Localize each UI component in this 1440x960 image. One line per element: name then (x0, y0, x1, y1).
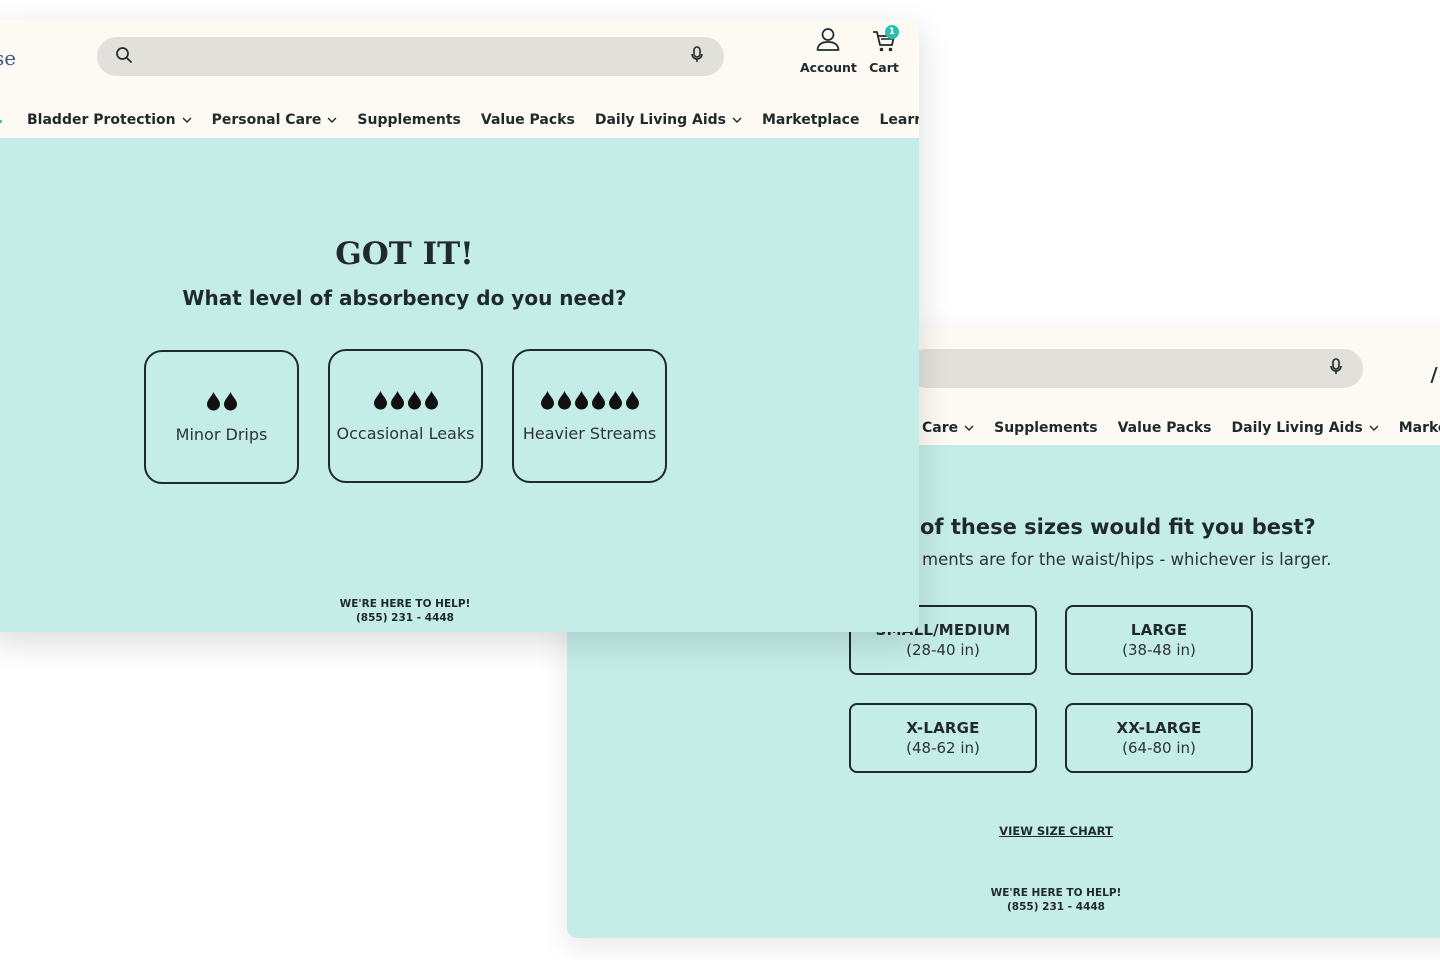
option-minor-drips[interactable]: Minor Drips (144, 350, 299, 484)
size-range: (48-62 in) (906, 739, 980, 757)
view-size-chart-link[interactable]: VIEW SIZE CHART (956, 824, 1156, 838)
droplet-icon (223, 391, 237, 410)
help-line: WE'RE HERE TO HELP! (990, 887, 1122, 899)
nav-item-marketplace[interactable]: Marketplace (762, 112, 859, 128)
cart-label: Cart (869, 60, 899, 75)
size-range: (38-48 in) (1122, 641, 1196, 659)
size-option-large[interactable]: LARGE (38-48 in) (1065, 605, 1253, 675)
nav-item-label: Marketplace (1398, 420, 1440, 436)
size-name: X-LARGE (906, 719, 980, 737)
nav-item-label: Daily Living Aids (594, 112, 726, 128)
droplet-icon (591, 390, 605, 409)
droplet-icons (540, 390, 640, 410)
question-heading: What level of absorbency do you need? (182, 286, 627, 310)
nav-item-daily-living-aids[interactable]: Daily Living Aids (1232, 420, 1379, 436)
droplet-icons (373, 390, 439, 410)
nav-item-care[interactable]: Care (922, 420, 974, 436)
absorbency-step-window: se Account 1 Cart Bladder Protection Pers… (0, 20, 919, 632)
microphone-icon[interactable] (690, 45, 704, 68)
nav-item-value-packs[interactable]: Value Packs (1118, 420, 1212, 436)
account-button[interactable]: Account (800, 26, 857, 75)
phone-number[interactable]: (855) 231 - 4448 (305, 611, 505, 625)
droplet-icon (407, 390, 421, 409)
nav-item-daily-living-aids[interactable]: Daily Living Aids (595, 112, 742, 128)
nav-item-label: Learn (879, 112, 919, 128)
option-label: Minor Drips (175, 424, 268, 444)
droplet-icons (206, 391, 238, 411)
search-icon (115, 46, 133, 68)
droplet-icon (390, 390, 404, 409)
droplet-icon (574, 390, 588, 409)
option-occasional-leaks[interactable]: Occasional Leaks (328, 349, 483, 483)
nav-item-bladder-protection[interactable]: Bladder Protection (27, 112, 192, 128)
nav-item-label: Marketplace (762, 112, 860, 128)
nav-item-value-packs[interactable]: Value Packs (481, 112, 575, 128)
option-heavier-streams[interactable]: Heavier Streams (512, 349, 667, 483)
nav-left-edge-fragment (0, 120, 2, 123)
size-option-x-large[interactable]: X-LARGE (48-62 in) (849, 703, 1037, 773)
account-label: Account (800, 60, 857, 75)
droplet-icon (557, 390, 571, 409)
help-contact: WE'RE HERE TO HELP! (855) 231 - 4448 (956, 886, 1156, 914)
microphone-icon[interactable] (1329, 357, 1343, 380)
chevron-down-icon (327, 117, 337, 123)
account-icon-fragment (1430, 367, 1440, 383)
nav-item-supplements[interactable]: Supplements (357, 112, 460, 128)
option-label: Heavier Streams (522, 423, 657, 443)
question-heading: of these sizes would fit you best? (920, 515, 1316, 539)
cart-count-badge: 1 (885, 25, 899, 39)
search-bar[interactable] (907, 349, 1363, 388)
site-header: se Account 1 Cart Bladder Protection Pers… (0, 20, 919, 138)
main-nav: Bladder Protection Personal Care Supplemen… (27, 112, 919, 128)
chevron-down-icon (182, 117, 192, 123)
nav-item-label: Value Packs (1117, 420, 1212, 436)
chevron-down-icon (732, 117, 742, 123)
page-heading: GOT IT! (335, 236, 474, 272)
droplet-icon (608, 390, 622, 409)
droplet-icon (373, 390, 387, 409)
quiz-panel: GOT IT! What level of absorbency do you … (0, 138, 919, 632)
size-range: (64-80 in) (1122, 739, 1196, 757)
main-nav: Care Supplements Value Packs Daily Living A… (922, 420, 1440, 436)
size-range: (28-40 in) (906, 641, 980, 659)
chevron-down-icon (964, 425, 974, 431)
account-icon (800, 26, 856, 54)
droplet-icon (424, 390, 438, 409)
help-contact: WE'RE HERE TO HELP! (855) 231 - 4448 (305, 597, 505, 625)
question-subtext: ments are for the waist/hips - whichever… (922, 550, 1332, 569)
nav-item-label: Value Packs (480, 112, 575, 128)
nav-item-label: Bladder Protection (27, 112, 176, 128)
size-name: XX-LARGE (1116, 719, 1202, 737)
logo-fragment[interactable]: se (0, 46, 16, 70)
nav-item-label: Daily Living Aids (1231, 420, 1363, 436)
nav-item-personal-care[interactable]: Personal Care (212, 112, 338, 128)
help-line: WE'RE HERE TO HELP! (339, 598, 471, 610)
droplet-icon (625, 390, 639, 409)
nav-item-label: Supplements (357, 112, 461, 128)
cart-button[interactable]: 1 Cart (865, 25, 903, 75)
cart-icon: 1 (865, 25, 903, 54)
nav-item-supplements[interactable]: Supplements (994, 420, 1097, 436)
droplet-icon (540, 390, 554, 409)
option-label: Occasional Leaks (336, 423, 475, 443)
search-bar[interactable] (97, 37, 724, 76)
droplet-icon (206, 391, 220, 410)
nav-item-learn[interactable]: Learn (879, 112, 919, 128)
size-option-xx-large[interactable]: XX-LARGE (64-80 in) (1065, 703, 1253, 773)
nav-item-marketplace[interactable]: Marketplace (1399, 420, 1440, 436)
nav-item-label: Supplements (994, 420, 1098, 436)
nav-item-label: Personal Care (211, 112, 322, 128)
phone-number[interactable]: (855) 231 - 4448 (956, 900, 1156, 914)
nav-item-label: Care (922, 420, 959, 436)
size-name: LARGE (1130, 621, 1188, 639)
chevron-down-icon (1369, 425, 1379, 431)
